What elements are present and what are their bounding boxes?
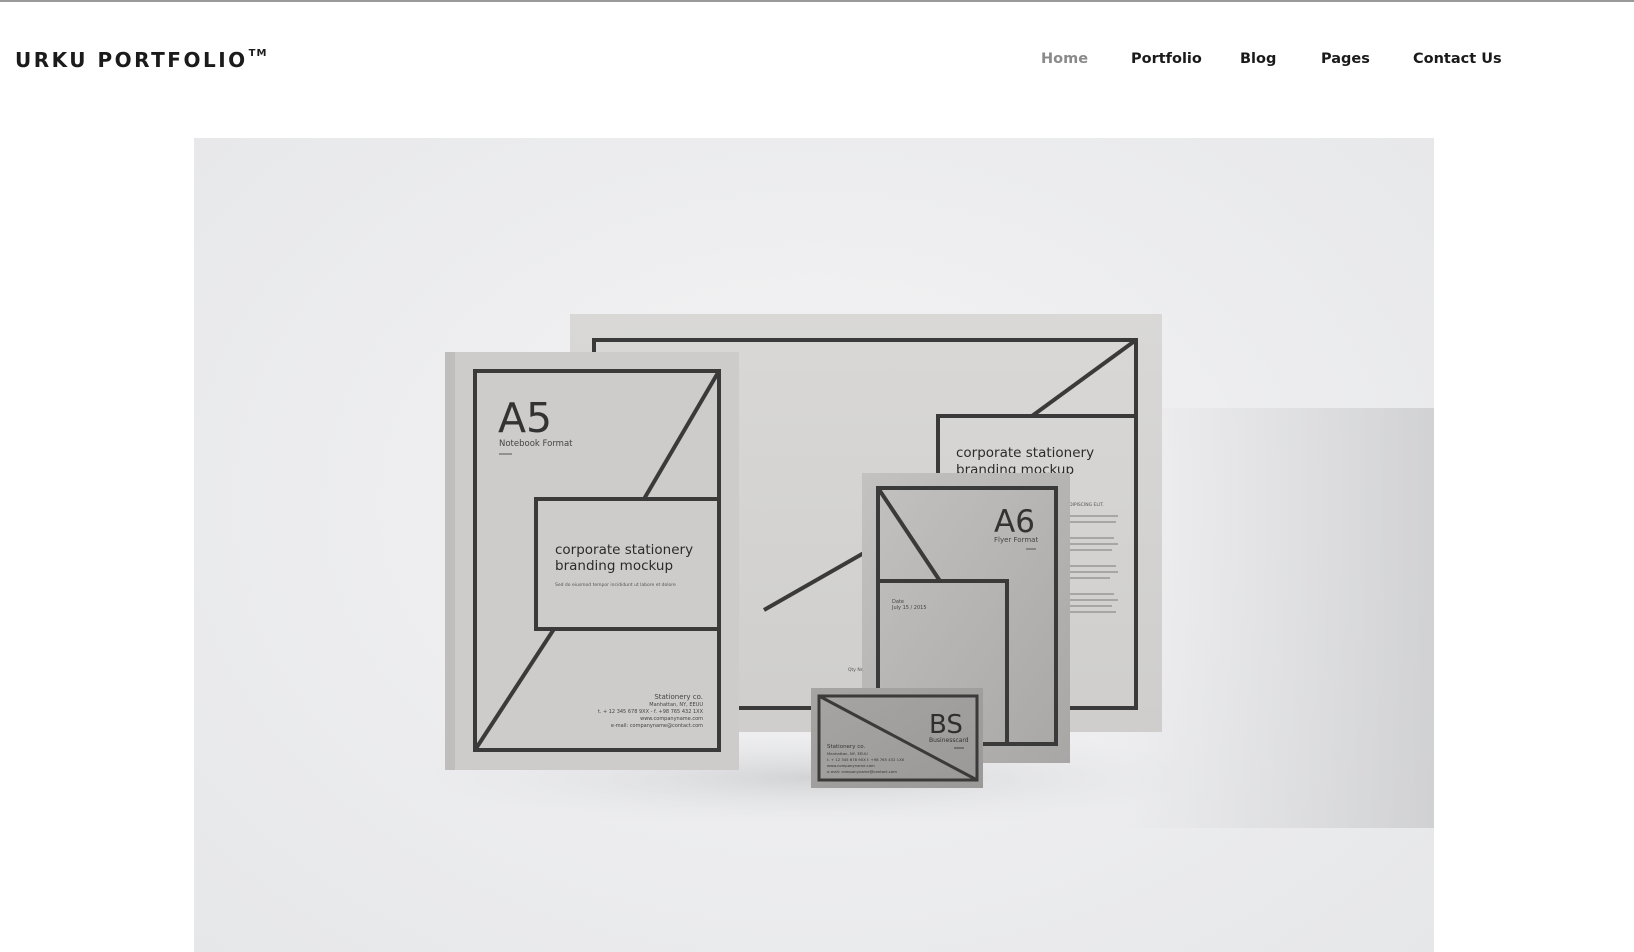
site-logo-text[interactable]: URKU PORTFOLIO xyxy=(15,48,248,72)
nav-blog[interactable]: Blog xyxy=(1240,51,1276,67)
card-size: BS xyxy=(929,710,963,740)
notebook-phones: t. + 12 345 678 9XX - f. +98 765 432 1XX xyxy=(598,709,704,715)
flyer-date-value: July 15 / 2015 xyxy=(891,605,927,611)
card-web: www.companyname.com xyxy=(827,763,875,768)
stationery-mockup-illustration: corporate stationery branding mockup ADI… xyxy=(394,314,1434,828)
site-logo[interactable]: URKU PORTFOLIOTM xyxy=(15,48,267,72)
notebook-a5: A5 Notebook Format corporate stationery … xyxy=(445,352,739,770)
notebook-tagline: Sed do eiusmod tempor incididunt ut labo… xyxy=(555,582,676,588)
hero-image: corporate stationery branding mockup ADI… xyxy=(194,138,1434,952)
notebook-web: www.companyname.com xyxy=(640,716,703,722)
notebook-size: A5 xyxy=(498,394,552,442)
site-header: URKU PORTFOLIOTM Home Portfolio Blog Pag… xyxy=(0,2,1634,117)
trademark-mark: TM xyxy=(248,48,268,60)
notebook-format: Notebook Format xyxy=(499,439,573,449)
flyer-format: Flyer Format xyxy=(994,536,1038,544)
card-company: Stationery co. xyxy=(827,744,865,750)
card-address: Manhattan, NY, EEUU xyxy=(827,751,868,756)
flyer-size: A6 xyxy=(994,504,1035,540)
letterhead-kicker: ADIPISCING ELIT. xyxy=(1066,502,1104,508)
nav-pages[interactable]: Pages xyxy=(1321,51,1370,67)
notebook-title-line2: branding mockup xyxy=(555,558,673,574)
notebook-address: Manhattan, NY, EEUU xyxy=(649,702,703,708)
flyer-field: Qty Nr. xyxy=(848,667,864,673)
nav-home[interactable]: Home xyxy=(1041,51,1088,67)
business-card: BS Businesscard Stationery co. Manhattan… xyxy=(811,688,983,788)
card-phones: t. + 12 345 678 9XX f. +98 765 432 1XX xyxy=(827,757,905,762)
card-format: Businesscard xyxy=(929,737,969,744)
nav-portfolio[interactable]: Portfolio xyxy=(1131,51,1202,67)
notebook-email: e-mail: companyname@contact.com xyxy=(611,723,703,729)
card-email: e-mail: companyname@contact.com xyxy=(827,769,897,774)
nav-contact-us[interactable]: Contact Us xyxy=(1413,51,1502,67)
notebook-title-line1: corporate stationery xyxy=(555,542,693,558)
notebook-company: Stationery co. xyxy=(654,693,703,701)
letterhead-title-line1: corporate stationery xyxy=(956,445,1094,461)
